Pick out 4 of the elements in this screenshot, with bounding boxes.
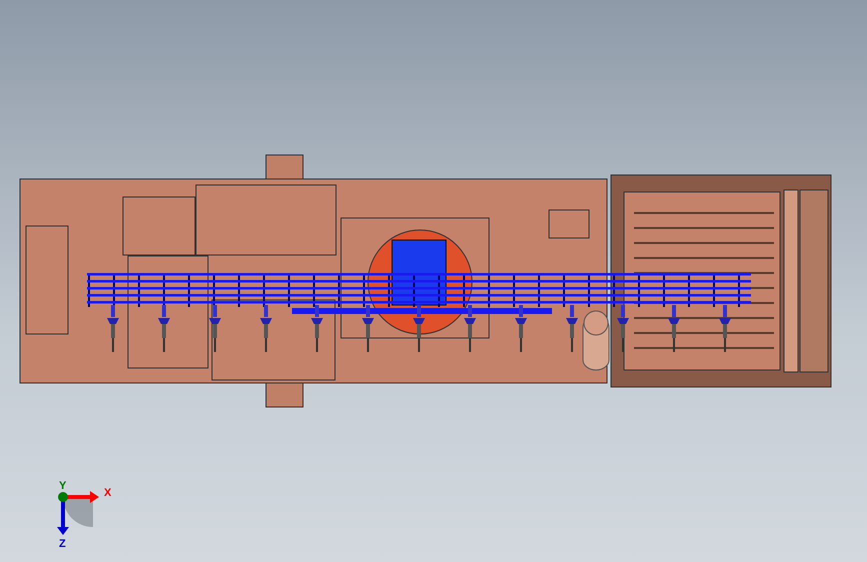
axis-label: Y (59, 480, 66, 492)
axis-label: Z (59, 538, 66, 550)
axis-label: X (104, 487, 112, 499)
axis-triad-icon (57, 491, 99, 535)
